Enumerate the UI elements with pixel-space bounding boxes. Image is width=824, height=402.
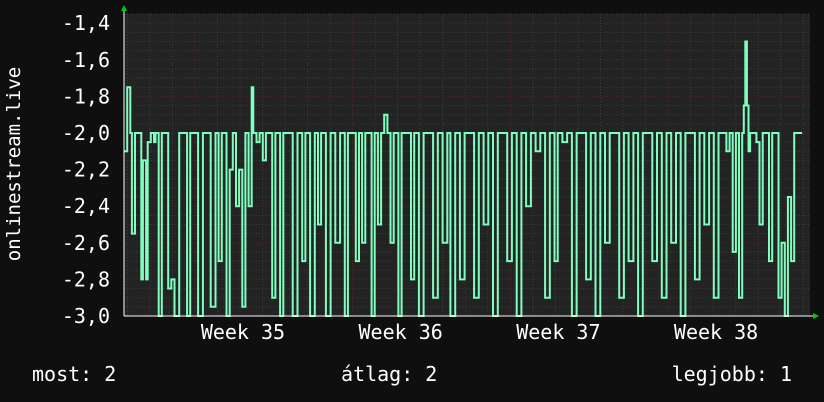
rrd-graph: -3,0 -2,8 -2,6 -2,4 -2,2 -2,0 -1,8 -1,6 -1,4 Week… bbox=[0, 0, 824, 402]
footer-average-value: átlag: 2 bbox=[341, 362, 438, 386]
footer-best-value: legjobb: 1 bbox=[671, 362, 792, 386]
x-tick-label: Week 36 bbox=[359, 320, 443, 344]
y-tick-label: -2,0 bbox=[62, 121, 110, 145]
y-tick-label: -3,0 bbox=[62, 304, 110, 328]
x-axis-arrow bbox=[813, 313, 819, 319]
x-tick-label: Week 35 bbox=[201, 320, 285, 344]
line-chart: -3,0 -2,8 -2,6 -2,4 -2,2 -2,0 -1,8 -1,6 -1,4 Week… bbox=[62, 5, 819, 344]
footer-current-value: most: 2 bbox=[32, 362, 117, 386]
y-axis-title: onlinestream.live bbox=[2, 53, 26, 275]
x-tick-label: Week 37 bbox=[516, 320, 600, 344]
x-tick-label: Week 38 bbox=[674, 320, 758, 344]
y-tick-label: -2,8 bbox=[62, 267, 110, 291]
y-tick-label: -1,8 bbox=[62, 84, 110, 108]
y-tick-label: -1,6 bbox=[62, 48, 110, 72]
y-axis-arrow bbox=[121, 5, 127, 11]
y-tick-label: -1,4 bbox=[62, 11, 110, 35]
y-tick-label: -2,6 bbox=[62, 231, 110, 255]
y-tick-label: -2,2 bbox=[62, 158, 110, 182]
y-axis-title-text: onlinestream.live bbox=[3, 66, 25, 262]
y-tick-label: -2,4 bbox=[62, 194, 110, 218]
